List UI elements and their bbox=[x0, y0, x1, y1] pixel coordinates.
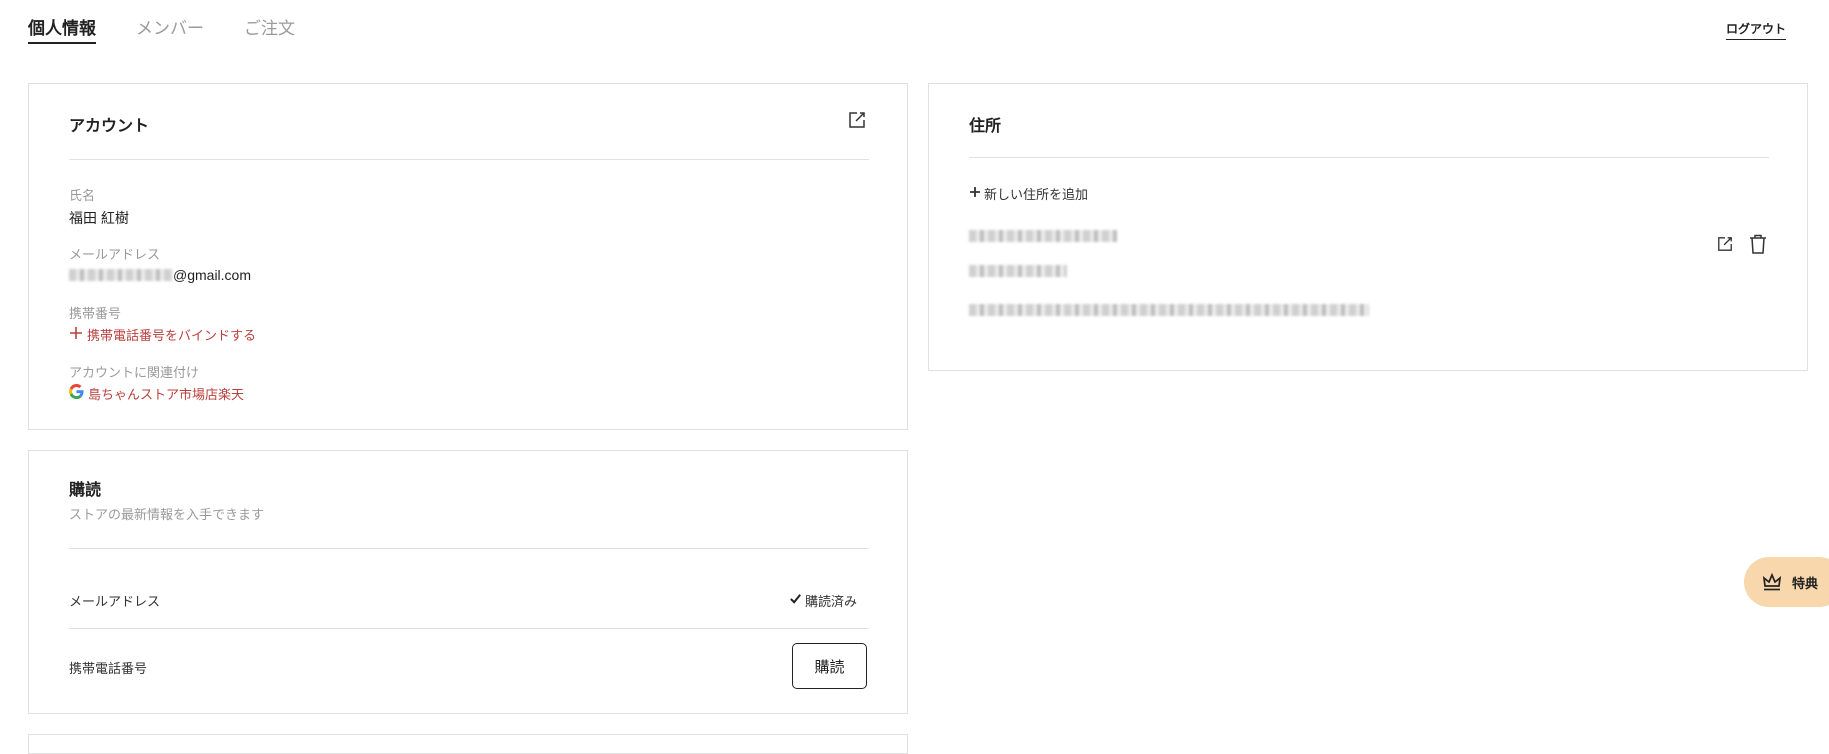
bind-phone-label: 携帯電話番号をバインドする bbox=[87, 329, 257, 344]
tab-orders[interactable]: ご注文 bbox=[244, 14, 295, 44]
phone-label: 携帯番号 bbox=[69, 307, 122, 322]
trash-icon[interactable] bbox=[1747, 232, 1769, 256]
name-value: 福田 紅樹 bbox=[69, 210, 129, 226]
address-title: 住所 bbox=[969, 116, 1002, 135]
email-redacted bbox=[69, 269, 173, 281]
add-address-link[interactable]: 新しい住所を追加 bbox=[969, 184, 1088, 203]
add-address-label: 新しい住所を追加 bbox=[984, 188, 1089, 203]
plus-icon bbox=[969, 186, 981, 202]
subscription-title: 購読 bbox=[69, 480, 102, 499]
perk-label: 特典 bbox=[1792, 576, 1819, 592]
edit-icon[interactable] bbox=[846, 109, 868, 131]
edit-icon[interactable] bbox=[1715, 234, 1735, 254]
address-line-redacted bbox=[969, 265, 1067, 277]
subscription-row-divider bbox=[69, 628, 869, 629]
bind-phone-link[interactable]: 携帯電話番号をバインドする bbox=[69, 325, 256, 344]
account-title: アカウント bbox=[69, 116, 150, 135]
plus-icon bbox=[69, 326, 83, 344]
linked-account-label: アカウントに関連付け bbox=[69, 366, 200, 381]
name-label: 氏名 bbox=[69, 189, 96, 204]
address-divider bbox=[969, 157, 1769, 158]
tab-personal-info[interactable]: 個人情報 bbox=[28, 14, 96, 44]
next-card-edge bbox=[28, 734, 908, 754]
subscribed-status: 購読済み bbox=[805, 595, 858, 610]
subscription-subtitle: ストアの最新情報を入手できます bbox=[69, 508, 265, 523]
linked-account[interactable]: 島ちゃんストア市場店楽天 bbox=[69, 384, 244, 403]
crown-icon bbox=[1762, 573, 1782, 591]
logout-link[interactable]: ログアウト bbox=[1725, 20, 1786, 40]
subscription-divider bbox=[69, 548, 869, 549]
email-label: メールアドレス bbox=[69, 248, 161, 263]
email-subscription-status: 購読済み bbox=[789, 591, 857, 610]
subscribe-button[interactable]: 購読 bbox=[792, 643, 867, 689]
address-line-redacted bbox=[969, 304, 1369, 316]
email-subscription-label: メールアドレス bbox=[69, 595, 161, 610]
google-icon bbox=[69, 384, 84, 403]
phone-subscription-label: 携帯電話番号 bbox=[69, 662, 148, 677]
check-icon bbox=[789, 592, 802, 609]
tab-members[interactable]: メンバー bbox=[136, 14, 204, 44]
address-entry bbox=[969, 230, 1769, 330]
address-card: 住所 新しい住所を追加 bbox=[928, 83, 1808, 371]
address-line-redacted bbox=[969, 230, 1117, 242]
profile-tabs: 個人情報 メンバー ご注文 bbox=[28, 14, 295, 44]
subscription-card: 購読 ストアの最新情報を入手できます メールアドレス 購読済み 携帯電話番号 購… bbox=[28, 450, 908, 714]
email-domain: @gmail.com bbox=[173, 267, 252, 283]
email-value: @gmail.com bbox=[69, 267, 251, 283]
linked-account-name: 島ちゃんストア市場店楽天 bbox=[88, 388, 245, 403]
account-card: アカウント 氏名 福田 紅樹 メールアドレス @gmail.com 携帯番号 携… bbox=[28, 83, 908, 430]
account-divider bbox=[69, 159, 869, 160]
perk-button[interactable]: 特典 bbox=[1744, 557, 1829, 607]
